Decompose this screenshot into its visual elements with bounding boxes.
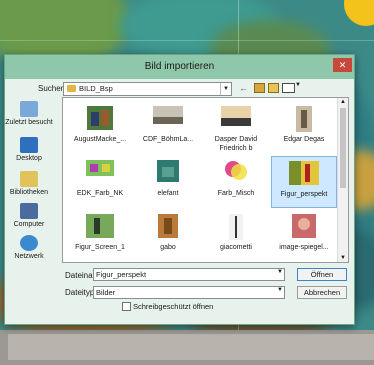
file-list-scrollbar[interactable]: ▲ ▼ — [337, 98, 348, 262]
place-libraries[interactable]: Bibliotheken — [5, 171, 53, 196]
look-in-value: BILD_Bsp — [79, 84, 113, 93]
image-thumbnail-icon — [153, 106, 183, 124]
image-thumbnail-icon — [221, 106, 251, 126]
filetype-label: Dateityp: — [65, 288, 97, 297]
look-in-dropdown[interactable]: BILD_Bsp ▼ — [63, 82, 232, 96]
computer-icon — [20, 203, 38, 219]
dialog-title: Bild importieren — [144, 61, 215, 72]
cancel-button[interactable]: Abbrechen — [297, 286, 347, 299]
image-thumbnail-icon — [86, 160, 114, 176]
back-arrow-icon[interactable]: ← — [239, 83, 248, 93]
import-image-dialog: Bild importieren ✕ Suchen in: BILD_Bsp ▼… — [4, 54, 355, 325]
image-thumbnail-icon — [87, 106, 113, 130]
chevron-down-icon[interactable]: ▼ — [277, 269, 283, 275]
guide-line-horizontal — [0, 40, 374, 41]
folder-up-icon[interactable] — [254, 83, 265, 93]
chevron-down-icon[interactable]: ▼ — [220, 83, 231, 95]
yellow-sun-decoration — [344, 0, 374, 26]
scroll-down-icon[interactable]: ▼ — [340, 255, 346, 261]
file-name: gabo — [160, 244, 176, 251]
file-name: Figur_Screen_1 — [75, 244, 125, 251]
file-name: Farb_Misch — [217, 190, 255, 197]
scrollbar-thumb[interactable] — [340, 108, 346, 188]
file-item[interactable]: image-spiegel... — [271, 210, 337, 262]
file-item[interactable]: AugustMacke_... — [67, 102, 133, 154]
file-item[interactable]: giacometti — [203, 210, 269, 262]
file-item[interactable]: Farb_Misch — [203, 156, 269, 208]
file-item[interactable]: EDK_Farb_NK — [67, 156, 133, 208]
place-recent[interactable]: Zuletzt besucht — [5, 101, 53, 126]
view-menu-arrow-icon[interactable]: ▼ — [295, 82, 301, 88]
file-name: image-spiegel... — [279, 244, 329, 251]
file-name: Figur_perspekt — [280, 191, 328, 198]
file-item[interactable]: gabo — [135, 210, 201, 262]
folder-icon — [67, 85, 76, 92]
image-thumbnail-icon — [292, 214, 316, 238]
background-strip — [0, 330, 374, 365]
place-label: Zuletzt besucht — [5, 119, 53, 126]
file-item[interactable]: CDF_BöhmLa... — [135, 102, 201, 154]
recent-places-icon — [20, 101, 38, 117]
new-folder-icon[interactable] — [268, 83, 279, 93]
file-item[interactable]: Figur_Screen_1 — [67, 210, 133, 262]
filetype-value: Bilder — [96, 288, 116, 297]
open-button[interactable]: Öffnen — [297, 268, 347, 281]
desktop-icon — [20, 137, 38, 153]
network-icon — [20, 235, 38, 251]
file-name: CDF_BöhmLa... — [142, 136, 194, 143]
filename-input[interactable]: Figur_perspekt ▼ — [93, 268, 285, 281]
file-item-selected[interactable]: Figur_perspekt — [271, 156, 337, 208]
view-menu-icon[interactable] — [282, 83, 295, 93]
image-thumbnail-icon — [86, 214, 114, 238]
place-computer[interactable]: Computer — [5, 203, 53, 228]
file-name: elefant — [157, 190, 179, 197]
filename-value: Figur_perspekt — [96, 270, 147, 279]
filetype-select[interactable]: Bilder ▼ — [93, 286, 285, 299]
file-name: EDK_Farb_NK — [76, 190, 124, 197]
file-list[interactable]: AugustMacke_... CDF_BöhmLa... Dasper Dav… — [62, 97, 349, 263]
close-button[interactable]: ✕ — [333, 58, 352, 72]
image-thumbnail-icon — [229, 214, 243, 240]
image-thumbnail-icon — [296, 106, 312, 132]
chevron-down-icon[interactable]: ▼ — [277, 287, 283, 293]
place-label: Netzwerk — [14, 253, 44, 260]
place-network[interactable]: Netzwerk — [5, 235, 53, 260]
image-thumbnail-icon — [225, 161, 247, 180]
file-item[interactable]: elefant — [135, 156, 201, 208]
image-thumbnail-icon — [289, 161, 319, 185]
file-item[interactable]: Edgar Degas — [271, 102, 337, 154]
file-name: Dasper David Friedrich b — [214, 136, 258, 152]
place-label: Bibliotheken — [9, 189, 49, 196]
place-desktop[interactable]: Desktop — [5, 137, 53, 162]
readonly-checkbox[interactable] — [122, 302, 131, 311]
place-label: Computer — [13, 221, 45, 228]
file-item[interactable]: Dasper David Friedrich b — [203, 102, 269, 154]
scroll-up-icon[interactable]: ▲ — [340, 99, 346, 105]
image-thumbnail-icon — [157, 160, 179, 182]
readonly-label: Schreibgeschützt öffnen — [133, 302, 214, 311]
file-name: AugustMacke_... — [73, 136, 127, 143]
libraries-icon — [20, 171, 38, 187]
dialog-titlebar[interactable]: Bild importieren ✕ — [5, 55, 354, 79]
image-thumbnail-icon — [158, 214, 178, 238]
file-name: giacometti — [220, 244, 252, 251]
place-label: Desktop — [16, 155, 42, 162]
file-name: Edgar Degas — [283, 136, 325, 143]
